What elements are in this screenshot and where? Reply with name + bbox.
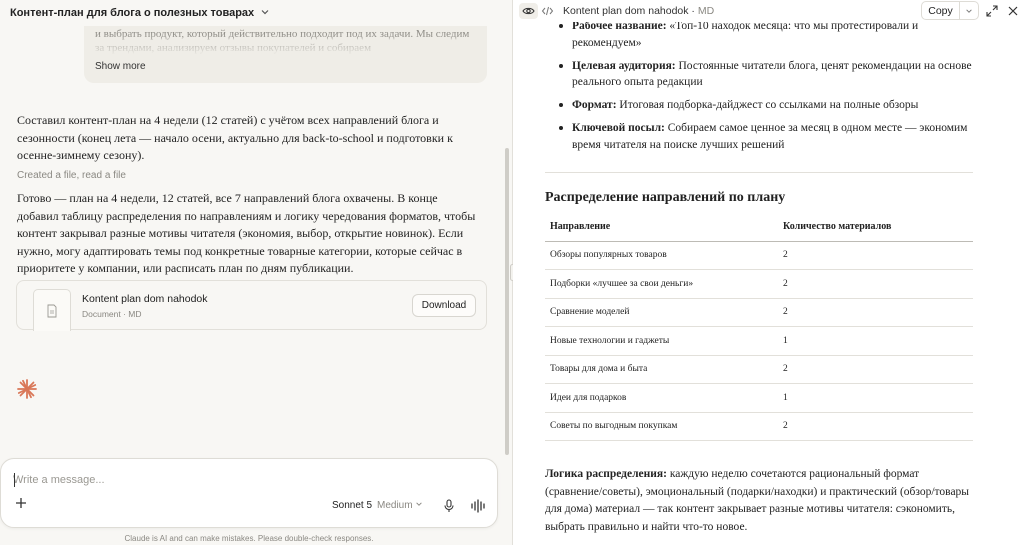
table-cell: 1 [778, 326, 973, 356]
plus-icon[interactable] [15, 497, 31, 513]
distribution-table: Направление Количество материалов Обзоры… [545, 212, 973, 441]
chat-pane: и выбрать продукт, который действительно… [0, 0, 512, 545]
mode-label: Medium [377, 500, 413, 511]
tool-status[interactable]: Created a file, read a file [17, 170, 126, 181]
list-item: Рабочее название: «Топ-10 находок месяца… [545, 18, 975, 52]
section-divider [545, 172, 973, 173]
file-meta: Document · MD [82, 309, 142, 319]
table-cell: 1 [778, 383, 973, 413]
assistant-intro: Составил контент-план на 4 недели (12 ст… [17, 113, 453, 163]
message-composer: Sonnet 5 Medium [0, 458, 498, 528]
document-pane: Рабочее название: «Топ-10 находок месяца… [513, 0, 1024, 545]
voice-waveform-icon[interactable] [470, 499, 486, 518]
input-caret [14, 473, 15, 487]
table-cell: 2 [778, 355, 973, 384]
expand-icon[interactable] [986, 4, 998, 22]
table-row: Идеи для подарков 1 [545, 383, 973, 413]
model-selector[interactable]: Sonnet 5 [332, 500, 372, 511]
assistant-summary: Готово — план на 4 недели, 12 статей, вс… [17, 191, 476, 276]
table-cell: 2 [778, 298, 973, 327]
table-row: Подборки «лучшее за свои деньги» 2 [545, 269, 973, 299]
copy-button[interactable]: Copy [922, 2, 960, 19]
conversation-header: Контент-план для блога о полезных товара… [0, 0, 512, 26]
logic-paragraph: Логика распределения: каждую неделю соче… [545, 468, 970, 533]
table-row: Сравнение моделей 2 [545, 298, 973, 327]
eye-icon[interactable] [519, 3, 538, 19]
table-cell: 2 [778, 241, 973, 270]
code-icon[interactable] [538, 3, 557, 19]
table-cell: Идеи для подарков [545, 383, 778, 413]
table-cell: Советы по выгодным покупкам [545, 412, 778, 441]
download-button[interactable]: Download [412, 294, 476, 317]
disclaimer-text: Claude is AI and can make mistakes. Plea… [124, 534, 374, 543]
table-cell: 2 [778, 412, 973, 441]
list-item: Целевая аудитория: Постоянные читатели б… [545, 58, 975, 92]
document-icon [33, 289, 71, 331]
file-name: Kontent plan dom nahodok [82, 293, 208, 305]
table-cell: Новые технологии и гаджеты [545, 326, 778, 356]
table-header-cell: Направление [545, 212, 778, 242]
table-cell: Обзоры популярных товаров [545, 241, 778, 270]
message-input[interactable] [13, 471, 483, 489]
microphone-icon[interactable] [443, 499, 455, 518]
file-card[interactable]: Kontent plan dom nahodok Document · MD D… [16, 280, 487, 331]
chevron-down-icon [416, 502, 423, 506]
table-header-row: Направление Количество материалов [545, 212, 973, 242]
mode-selector[interactable]: Medium [377, 500, 423, 511]
table-cell: 2 [778, 269, 973, 299]
spark-logo-icon [16, 378, 38, 405]
list-item: Ключевой посыл: Собираем самое ценное за… [545, 120, 975, 154]
close-icon[interactable] [1007, 4, 1019, 22]
chevron-down-icon[interactable] [260, 4, 270, 22]
list-item: Формат: Итоговая подборка-дайджест со сс… [545, 97, 975, 114]
table-header-cell: Количество материалов [778, 212, 973, 242]
table-row: Обзоры популярных товаров 2 [545, 241, 973, 270]
document-header: Kontent plan dom nahodok · MD Copy [513, 0, 1024, 22]
show-more-button[interactable]: Show more [95, 61, 146, 72]
chevron-down-icon[interactable] [960, 2, 978, 19]
table-row: Товары для дома и быта 2 [545, 355, 973, 384]
table-row: Новые технологии и гаджеты 1 [545, 326, 973, 356]
table-cell: Сравнение моделей [545, 298, 778, 327]
bubble-fade [84, 34, 487, 56]
table-cell: Подборки «лучшее за свои деньги» [545, 269, 778, 299]
document-title: Kontent plan dom nahodok · MD [563, 5, 715, 17]
table-row: Советы по выгодным покупкам 2 [545, 412, 973, 441]
copy-button-group: Copy [921, 1, 979, 20]
section-heading: Распределение направлений по плану [545, 190, 786, 205]
chat-scrollbar[interactable] [505, 148, 509, 455]
bullet-list: Рабочее название: «Топ-10 находок месяца… [545, 18, 975, 154]
table-cell: Товары для дома и быта [545, 355, 778, 384]
view-toggle [519, 3, 557, 19]
conversation-title[interactable]: Контент-план для блога о полезных товара… [10, 7, 254, 19]
